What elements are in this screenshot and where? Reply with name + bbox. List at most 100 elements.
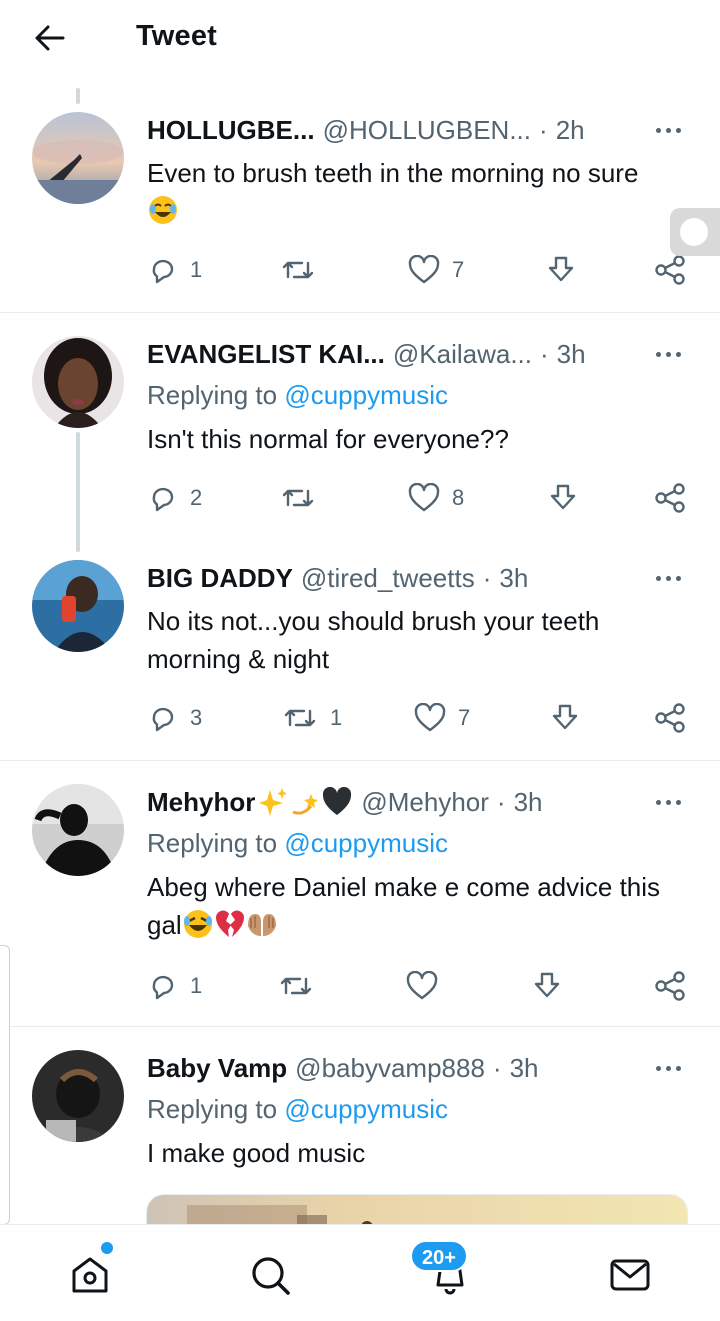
share-download-button[interactable] (546, 250, 576, 290)
mention-link[interactable]: @cuppymusic (284, 380, 448, 410)
share-download-button[interactable] (548, 478, 578, 518)
share-button[interactable] (654, 250, 686, 290)
avatar[interactable] (32, 336, 124, 428)
more-options-icon[interactable] (650, 342, 686, 366)
reply-icon (152, 975, 174, 1000)
tweet-text: Even to brush teeth in the morning no su… (147, 154, 692, 230)
download-icon (548, 256, 574, 282)
rolling-laughing-face-emoji (183, 910, 212, 938)
author-handle[interactable]: @tired_tweetts (301, 563, 475, 594)
retweet-button[interactable] (280, 250, 328, 290)
author-name[interactable]: BIG DADDY (147, 563, 293, 594)
messages-envelope-icon[interactable] (606, 1251, 654, 1299)
replying-to: Replying to @cuppymusic (147, 1094, 448, 1125)
home-icon[interactable] (66, 1251, 114, 1299)
share-icon (655, 703, 685, 733)
back-arrow-icon[interactable] (30, 18, 70, 58)
tweet-text: Abeg where Daniel make e come advice thi… (147, 868, 692, 944)
timestamp[interactable]: 2h (556, 115, 585, 146)
broken-heart-emoji (215, 910, 244, 937)
avatar[interactable] (32, 1050, 124, 1142)
more-options-icon[interactable] (650, 118, 686, 142)
download-icon (534, 972, 560, 998)
retweet-icon (280, 977, 312, 995)
author-name[interactable]: Baby Vamp (147, 1053, 287, 1084)
share-button[interactable] (654, 478, 686, 518)
bottom-navigation (0, 1224, 720, 1321)
share-download-button[interactable] (532, 966, 562, 1006)
reply-button[interactable]: 1 (148, 966, 202, 1006)
home-new-dot (101, 1242, 113, 1254)
tweet-text: Isn't this normal for everyone?? (147, 420, 692, 458)
share-download-button[interactable] (550, 698, 580, 738)
separator: · (492, 1052, 502, 1083)
retweet-icon (282, 261, 314, 279)
tweet-body: I make good music (147, 1138, 366, 1168)
heart-icon (408, 483, 440, 512)
timestamp[interactable]: 3h (514, 787, 543, 818)
replying-label: Replying to (147, 380, 278, 410)
share-icon (655, 255, 685, 285)
like-button[interactable]: 7 (408, 250, 464, 290)
author-handle[interactable]: @Kailawa... (393, 339, 532, 370)
like-button[interactable]: 7 (414, 698, 470, 738)
more-options-icon[interactable] (650, 790, 686, 814)
reply-button[interactable]: 2 (148, 478, 202, 518)
share-icon (655, 971, 685, 1001)
author-name[interactable]: EVANGELIST KAI... (147, 339, 385, 370)
author-name[interactable]: Mehyhor (147, 787, 255, 818)
thread-line (76, 88, 80, 104)
timestamp[interactable]: 3h (557, 339, 586, 370)
tweet-actions: 3 1 7 (0, 698, 720, 738)
reply-count: 2 (190, 485, 203, 510)
replying-to: Replying to @cuppymusic (147, 828, 448, 859)
reply-icon (152, 487, 174, 512)
reply-count: 1 (190, 257, 203, 282)
reply-button[interactable]: 1 (148, 250, 202, 290)
page-title: Tweet (136, 20, 218, 52)
share-button[interactable] (654, 698, 686, 738)
scroll-edge[interactable] (0, 945, 10, 1225)
heart-icon (414, 703, 446, 732)
like-count: 7 (458, 705, 471, 730)
tweet-header: Baby Vamp @babyvamp888 · 3h (147, 1050, 690, 1086)
download-icon (550, 484, 576, 510)
author-handle[interactable]: @babyvamp888 (295, 1053, 485, 1084)
separator: · (539, 114, 548, 145)
tweet-text: No its not...you should brush your teeth… (147, 602, 692, 678)
author-handle[interactable]: @Mehyhor (361, 787, 489, 818)
share-icon (655, 483, 685, 513)
avatar[interactable] (32, 112, 124, 204)
timestamp[interactable]: 3h (499, 563, 528, 594)
retweet-button[interactable] (280, 478, 328, 518)
reply-icon (152, 259, 174, 284)
tweet-text: I make good music (147, 1134, 692, 1172)
replying-label: Replying to (147, 1094, 278, 1124)
tweet-header: EVANGELIST KAI... @Kailawa... · 3h (147, 336, 690, 372)
divider (0, 760, 720, 761)
more-options-icon[interactable] (650, 1056, 686, 1080)
share-button[interactable] (654, 966, 686, 1006)
tweet-actions: 2 8 (0, 478, 720, 518)
divider (0, 1026, 720, 1027)
floating-toggle[interactable] (670, 208, 720, 256)
avatar[interactable] (32, 560, 124, 652)
more-options-icon[interactable] (650, 566, 686, 590)
tweet-header: HOLLUGBE... @HOLLUGBEN... · 2h (147, 112, 690, 148)
timestamp[interactable]: 3h (510, 1053, 539, 1084)
author-name[interactable]: HOLLUGBE... (147, 115, 315, 146)
like-button[interactable] (406, 966, 450, 1006)
mention-link[interactable]: @cuppymusic (284, 1094, 448, 1124)
search-icon[interactable] (246, 1251, 294, 1299)
reply-button[interactable]: 3 (148, 698, 202, 738)
reply-count: 1 (190, 973, 203, 998)
face-with-tears-of-joy-emoji (149, 196, 177, 224)
tweet-body: Isn't this normal for everyone?? (147, 424, 509, 454)
like-button[interactable]: 8 (408, 478, 464, 518)
retweet-button[interactable] (278, 966, 326, 1006)
retweet-button[interactable]: 1 (282, 698, 342, 738)
separator: · (496, 786, 506, 817)
author-handle[interactable]: @HOLLUGBEN... (323, 115, 531, 146)
mention-link[interactable]: @cuppymusic (284, 828, 448, 858)
avatar[interactable] (32, 784, 124, 876)
